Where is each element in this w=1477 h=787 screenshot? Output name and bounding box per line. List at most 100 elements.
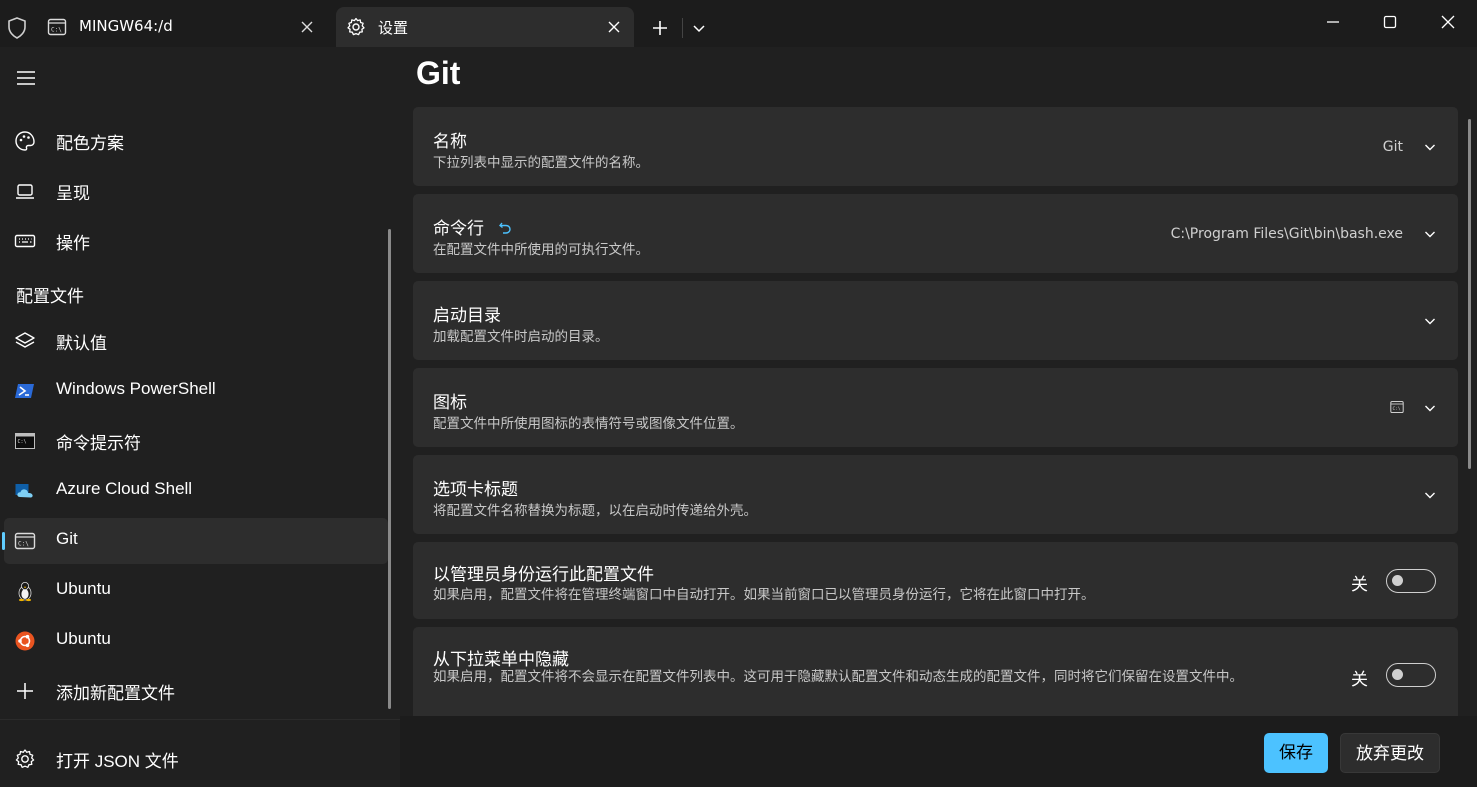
close-window-icon[interactable] <box>1433 8 1463 36</box>
setting-title: 名称 <box>433 132 467 152</box>
setting-description: 配置文件中所使用图标的表情符号或图像文件位置。 <box>433 416 744 432</box>
action-bar: 保存 放弃更改 <box>400 716 1477 787</box>
keyboard-icon <box>14 234 36 248</box>
setting-title: 命令行 <box>433 219 484 239</box>
setting-description: 将配置文件名称替换为标题，以在启动时传递给外壳。 <box>433 503 757 519</box>
hamburger-menu-icon[interactable] <box>14 67 38 89</box>
sidebar-item-label: 默认值 <box>56 334 107 353</box>
run-as-admin-toggle[interactable] <box>1386 569 1436 593</box>
save-button[interactable]: 保存 <box>1264 733 1328 773</box>
settings-main: Git 名称 下拉列表中显示的配置文件的名称。 Git 命令行 在配置文件中所使… <box>400 47 1477 787</box>
sidebar-item-ubuntu-wsl[interactable]: Ubuntu <box>4 568 388 614</box>
setting-title: 以管理员身份运行此配置文件 <box>433 565 654 585</box>
svg-text:C:\: C:\ <box>18 541 29 548</box>
setting-commandline[interactable]: 命令行 在配置文件中所使用的可执行文件。 C:\Program Files\Gi… <box>413 194 1458 273</box>
discard-changes-button[interactable]: 放弃更改 <box>1340 733 1440 773</box>
close-tab-icon[interactable] <box>604 17 624 37</box>
setting-title: 选项卡标题 <box>433 480 518 500</box>
azure-cloud-icon <box>15 484 33 498</box>
setting-name[interactable]: 名称 下拉列表中显示的配置文件的名称。 Git <box>413 107 1458 186</box>
sidebar-item-label: 命令提示符 <box>56 434 141 453</box>
git-terminal-icon: C:\ <box>14 532 36 550</box>
chevron-down-icon[interactable] <box>689 18 709 38</box>
ubuntu-icon <box>15 631 35 651</box>
sidebar-item-label: Azure Cloud Shell <box>56 479 193 498</box>
profiles-section-header: 配置文件 <box>16 287 84 306</box>
sidebar-item-color-schemes[interactable]: 配色方案 <box>4 118 388 164</box>
setting-title: 图标 <box>433 393 467 413</box>
main-scrollbar[interactable] <box>1468 119 1471 469</box>
sidebar-item-windows-powershell[interactable]: Windows PowerShell <box>4 368 388 414</box>
gear-icon <box>15 749 35 768</box>
tab-separator <box>682 18 683 38</box>
minimize-icon[interactable] <box>1318 8 1348 36</box>
chevron-down-icon[interactable] <box>1422 226 1438 242</box>
sidebar: 配色方案 呈现 操作 配置文件 默认值 Windows PowerShell C… <box>0 47 400 787</box>
setting-description: 加载配置文件时启动的目录。 <box>433 329 609 345</box>
sidebar-item-label: 呈现 <box>56 184 90 203</box>
hide-from-dropdown-toggle[interactable] <box>1386 663 1436 687</box>
setting-title: 启动目录 <box>433 306 501 326</box>
tab-settings[interactable]: 设置 <box>336 7 634 47</box>
sidebar-scrollbar[interactable] <box>388 229 391 709</box>
linux-penguin-icon <box>18 582 32 602</box>
open-json-file-button[interactable]: 打开 JSON 文件 <box>4 736 388 782</box>
palette-icon <box>15 131 35 151</box>
powershell-icon <box>15 384 34 398</box>
svg-text:C:\: C:\ <box>51 27 62 34</box>
gear-icon <box>347 17 365 36</box>
sidebar-divider <box>0 719 400 720</box>
setting-tab-title[interactable]: 选项卡标题 将配置文件名称替换为标题，以在启动时传递给外壳。 <box>413 455 1458 534</box>
sidebar-item-label: 配色方案 <box>56 134 124 153</box>
tab-label: MINGW64:/d <box>79 17 173 35</box>
setting-description: 如果启用，配置文件将不会显示在配置文件列表中。这可用于隐藏默认配置文件和动态生成… <box>433 669 1243 685</box>
sidebar-item-defaults[interactable]: 默认值 <box>4 318 388 364</box>
sidebar-item-label: Git <box>56 529 78 548</box>
sidebar-item-actions[interactable]: 操作 <box>4 218 388 264</box>
layers-icon <box>15 332 35 348</box>
toggle-state-label: 关 <box>1351 575 1368 595</box>
setting-starting-directory[interactable]: 启动目录 加载配置文件时启动的目录。 <box>413 281 1458 360</box>
tab-label: 设置 <box>378 19 409 37</box>
sidebar-item-label: 操作 <box>56 234 90 253</box>
toggle-state-label: 关 <box>1351 670 1368 690</box>
add-profile-label: 添加新配置文件 <box>56 684 175 703</box>
close-tab-icon[interactable] <box>297 17 317 37</box>
setting-description: 如果启用，配置文件将在管理终端窗口中自动打开。如果当前窗口已以管理员身份运行，它… <box>433 587 1095 603</box>
sidebar-item-label: Ubuntu <box>56 579 111 598</box>
setting-value: Git <box>1382 139 1403 155</box>
sidebar-item-ubuntu[interactable]: Ubuntu <box>4 618 388 664</box>
title-bar: C:\ MINGW64:/d 设置 <box>0 0 1477 47</box>
setting-hide-from-dropdown: 从下拉菜单中隐藏 如果启用，配置文件将不会显示在配置文件列表中。这可用于隐藏默认… <box>413 627 1458 727</box>
maximize-icon[interactable] <box>1375 8 1405 36</box>
terminal-preview-icon: C:\ <box>1390 401 1404 413</box>
add-profile-button[interactable]: 添加新配置文件 <box>4 668 388 714</box>
svg-text:C:\: C:\ <box>18 439 27 445</box>
sidebar-item-git[interactable]: C:\ Git <box>2 518 388 564</box>
shield-icon <box>8 17 26 39</box>
setting-value: C:\Program Files\Git\bin\bash.exe <box>1170 226 1403 242</box>
plus-icon <box>17 683 33 699</box>
setting-title-row: 命令行 <box>433 214 513 239</box>
open-json-label: 打开 JSON 文件 <box>56 752 179 771</box>
setting-description: 下拉列表中显示的配置文件的名称。 <box>433 155 649 171</box>
page-title: Git <box>416 55 461 91</box>
setting-run-as-admin: 以管理员身份运行此配置文件 如果启用，配置文件将在管理终端窗口中自动打开。如果当… <box>413 542 1458 619</box>
sidebar-item-label: Ubuntu <box>56 629 111 648</box>
chevron-down-icon[interactable] <box>1422 313 1438 329</box>
reset-icon[interactable] <box>497 220 513 236</box>
sidebar-item-command-prompt[interactable]: C:\ 命令提示符 <box>4 418 388 464</box>
terminal-icon: C:\ <box>47 18 67 36</box>
tab-mingw64[interactable]: C:\ MINGW64:/d <box>37 7 327 47</box>
setting-icon[interactable]: 图标 配置文件中所使用图标的表情符号或图像文件位置。 C:\ <box>413 368 1458 447</box>
chevron-down-icon[interactable] <box>1422 400 1438 416</box>
svg-text:C:\: C:\ <box>1393 406 1401 412</box>
sidebar-item-label: Windows PowerShell <box>56 379 216 398</box>
sidebar-item-azure-cloud-shell[interactable]: Azure Cloud Shell <box>4 468 388 514</box>
laptop-icon <box>16 184 34 199</box>
new-tab-icon[interactable] <box>648 16 672 40</box>
sidebar-item-rendering[interactable]: 呈现 <box>4 168 388 214</box>
setting-description: 在配置文件中所使用的可执行文件。 <box>433 242 649 258</box>
chevron-down-icon[interactable] <box>1422 139 1438 155</box>
chevron-down-icon[interactable] <box>1422 487 1438 503</box>
